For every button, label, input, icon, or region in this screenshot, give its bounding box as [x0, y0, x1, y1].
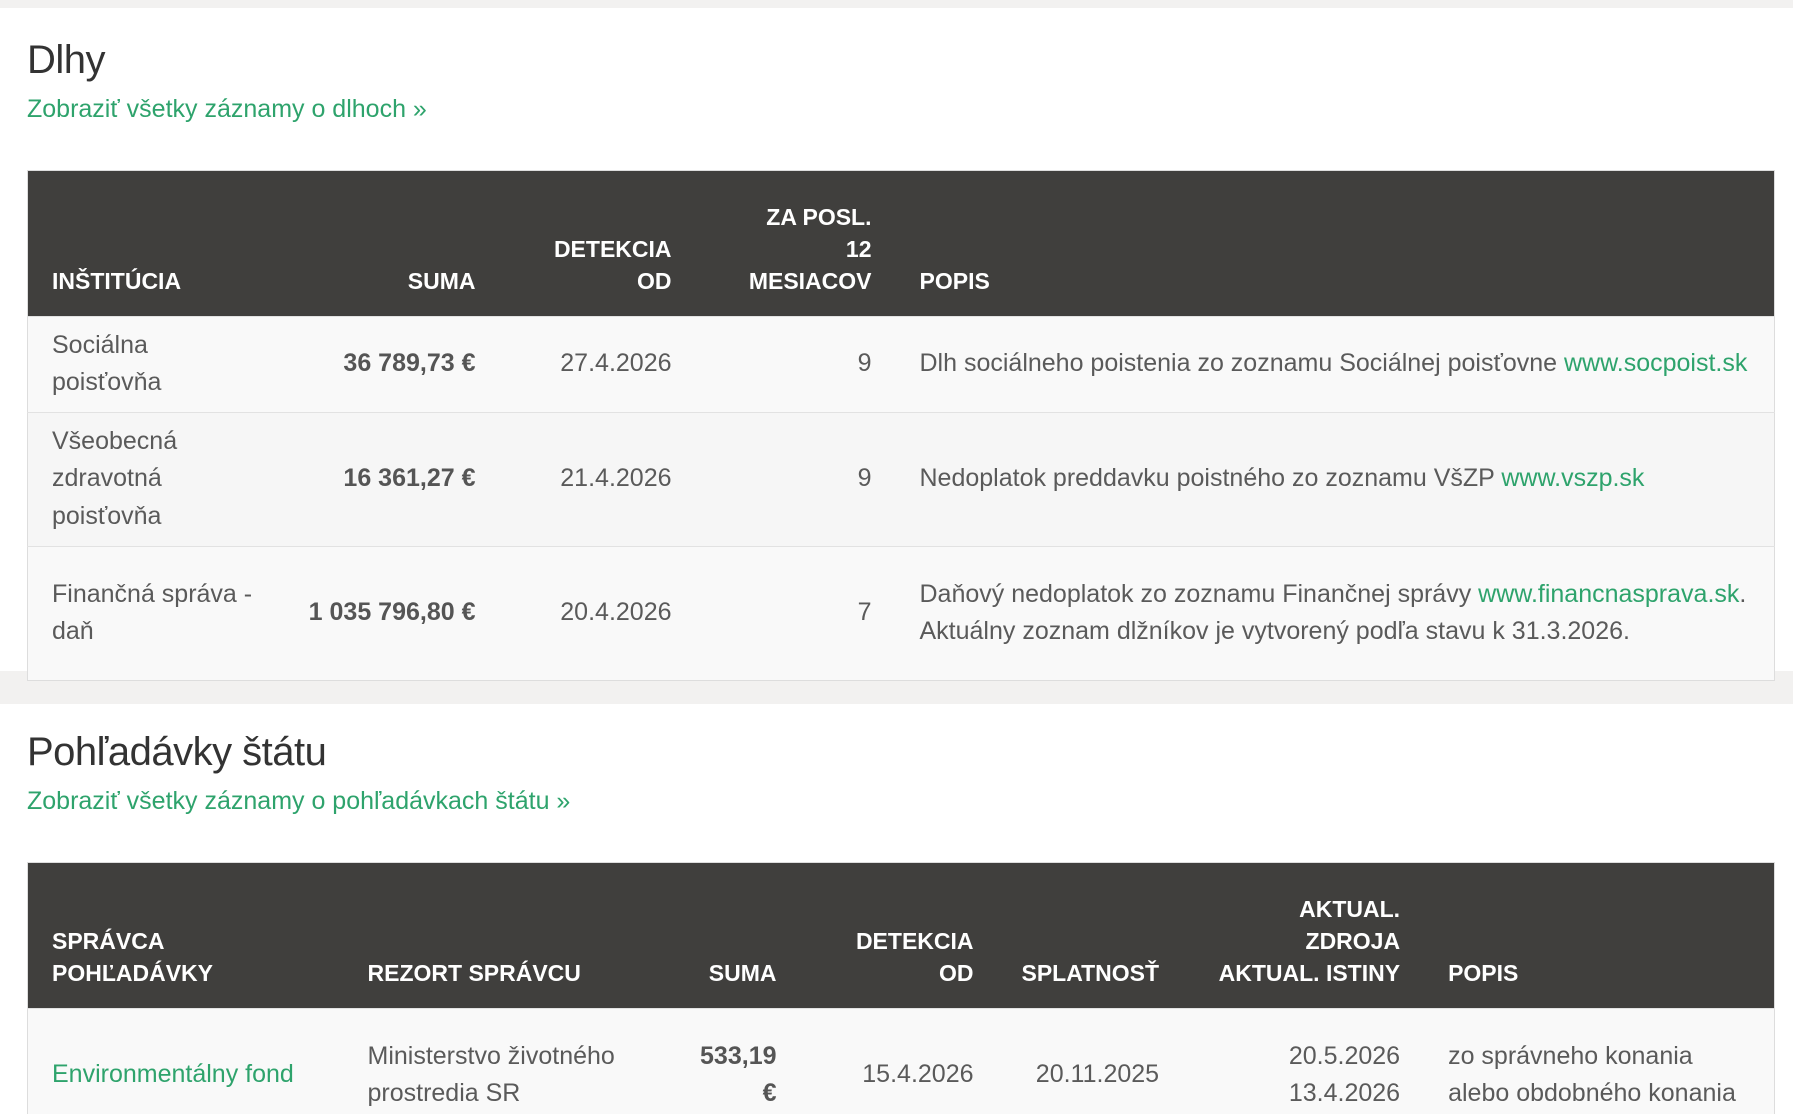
col-last12: ZA POSL. 12 MESIACOV	[695, 170, 896, 317]
amount-cell: 533,19 €	[659, 1007, 801, 1114]
socpoist-link[interactable]: www.socpoist.sk	[1564, 349, 1747, 377]
table-row: Environmentálny fond Ministerstvo životn…	[27, 1007, 1775, 1114]
show-all-claims-link[interactable]: Zobraziť všetky záznamy o pohľadávkach š…	[27, 786, 570, 816]
department-cell: Ministerstvo životného prostredia SR	[343, 1007, 660, 1114]
debts-header-row: INŠTITÚCIA SUMA DETEKCIA OD ZA POSL. 12 …	[27, 170, 1775, 317]
due-cell: 20.11.2025	[997, 1007, 1184, 1114]
col-update-line1: AKTUAL. ZDROJA	[1299, 896, 1401, 955]
institution-cell: Všeobecná zdravotná poisťovňa	[27, 411, 282, 547]
col-department: REZORT SPRÁVCU	[343, 862, 660, 1009]
col-amount: SUMA	[659, 862, 801, 1009]
detected-from-cell: 21.4.2026	[499, 411, 696, 547]
institution-cell: Finančná správa - daň	[27, 545, 282, 681]
col-due: SPLATNOSŤ	[997, 862, 1184, 1009]
last12-cell: 7	[695, 545, 896, 681]
description-text: Dlh sociálneho poistenia zo zoznamu Soci…	[919, 349, 1564, 378]
detected-from-cell: 27.4.2026	[499, 315, 696, 413]
financnasprava-link[interactable]: www.financnasprava.sk	[1478, 580, 1739, 608]
description-cell: Daňový nedoplatok zo zoznamu Finančnej s…	[895, 545, 1775, 681]
col-administrator: SPRÁVCA POHĽADÁVKY	[27, 862, 344, 1009]
col-amount: SUMA	[281, 170, 500, 317]
show-all-debts-link[interactable]: Zobraziť všetky záznamy o dlhoch »	[27, 94, 427, 124]
col-detected-from: DETEKCIA OD	[499, 170, 696, 317]
description-cell: Dlh sociálneho poistenia zo zoznamu Soci…	[895, 315, 1775, 413]
amount-cell: 36 789,73 €	[281, 315, 500, 413]
debts-table: INŠTITÚCIA SUMA DETEKCIA OD ZA POSL. 12 …	[27, 170, 1775, 681]
col-detected-from: DETEKCIA OD	[800, 862, 998, 1009]
col-update-line2: AKTUAL. ISTINY	[1218, 960, 1401, 987]
last12-cell: 9	[695, 411, 896, 547]
description-text: Daňový nedoplatok zo zoznamu Finančnej s…	[919, 579, 1479, 608]
debts-title: Dlhy	[27, 38, 106, 82]
claims-title: Pohľadávky štátu	[27, 730, 327, 774]
amount-cell: 1 035 796,80 €	[281, 545, 500, 681]
claims-table: SPRÁVCA POHĽADÁVKY REZORT SPRÁVCU SUMA D…	[27, 862, 1775, 1114]
col-last12-line1: ZA POSL.	[766, 204, 872, 230]
col-update: AKTUAL. ZDROJA AKTUAL. ISTINY	[1183, 862, 1425, 1009]
table-row: Sociálna poisťovňa 36 789,73 € 27.4.2026…	[27, 315, 1775, 413]
institution-cell: Sociálna poisťovňa	[27, 315, 282, 413]
last12-cell: 9	[695, 315, 896, 413]
claims-header-row: SPRÁVCA POHĽADÁVKY REZORT SPRÁVCU SUMA D…	[27, 862, 1775, 1009]
detected-from-cell: 15.4.2026	[800, 1007, 998, 1114]
col-institution: INŠTITÚCIA	[27, 170, 282, 317]
vszp-link[interactable]: www.vszp.sk	[1501, 464, 1644, 492]
description-text: Nedoplatok preddavku poistného zo zoznam…	[919, 464, 1502, 493]
description-cell: Nedoplatok preddavku poistného zo zoznam…	[895, 411, 1775, 547]
detected-from-cell: 20.4.2026	[499, 545, 696, 681]
amount-cell: 16 361,27 €	[281, 411, 500, 547]
source-update: 20.5.2026	[1288, 1041, 1401, 1070]
environmental-fund-link[interactable]: Environmentálny fond	[52, 1060, 294, 1088]
principal-update: 13.4.2026	[1288, 1079, 1401, 1108]
claims-panel: Pohľadávky štátu Zobraziť všetky záznamy…	[0, 704, 1793, 1114]
col-last12-line2: 12 MESIACOV	[748, 236, 872, 295]
debts-panel: Dlhy Zobraziť všetky záznamy o dlhoch » …	[0, 8, 1793, 681]
table-row: Všeobecná zdravotná poisťovňa 16 361,27 …	[27, 411, 1775, 547]
col-description: POPIS	[895, 170, 1775, 317]
update-cell: 20.5.2026 13.4.2026	[1183, 1007, 1425, 1114]
col-description: POPIS	[1424, 862, 1775, 1009]
description-cell: zo správneho konania alebo obdobného kon…	[1424, 1007, 1775, 1114]
table-row: Finančná správa - daň 1 035 796,80 € 20.…	[27, 545, 1775, 681]
administrator-cell: Environmentálny fond	[27, 1007, 344, 1114]
